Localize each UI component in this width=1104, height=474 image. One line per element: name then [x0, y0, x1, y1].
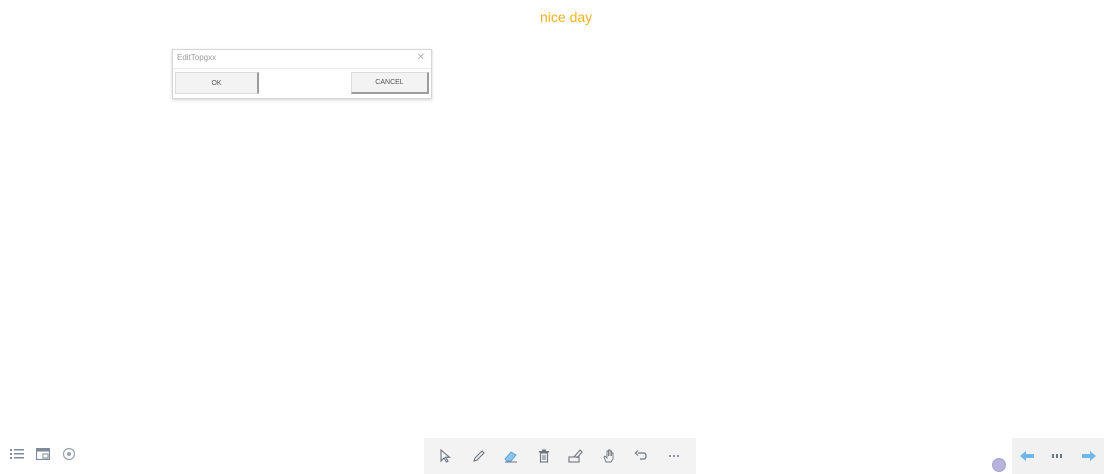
eraser-icon[interactable] — [502, 447, 520, 465]
canvas-text[interactable]: nice day — [540, 9, 592, 25]
bottom-left-toolbar — [8, 445, 78, 463]
hand-icon[interactable] — [600, 447, 618, 465]
undo-icon[interactable] — [632, 447, 650, 465]
window-icon[interactable] — [34, 445, 52, 463]
whiteboard-canvas[interactable]: nice day EditTopgxx ✕ OK CANCEL — [0, 0, 1104, 474]
bottom-center-toolbar — [424, 438, 696, 474]
pointer-icon[interactable] — [437, 447, 455, 465]
more-icon[interactable] — [665, 447, 683, 465]
list-icon[interactable] — [8, 445, 26, 463]
ok-button[interactable]: OK — [175, 72, 259, 94]
dialog-button-row: OK CANCEL — [175, 72, 429, 96]
edit-dialog: EditTopgxx ✕ OK CANCEL — [172, 49, 432, 99]
next-page-icon[interactable] — [1080, 447, 1098, 465]
bottom-right-nav — [1012, 438, 1104, 474]
clear-icon[interactable] — [567, 447, 585, 465]
prev-page-icon[interactable] — [1018, 447, 1036, 465]
page-counter-icon[interactable] — [1049, 447, 1067, 465]
delete-icon[interactable] — [535, 447, 553, 465]
dialog-spacer — [259, 72, 351, 94]
dialog-title: EditTopgxx — [177, 53, 217, 62]
dialog-titlebar[interactable]: EditTopgxx ✕ — [173, 50, 431, 69]
page-indicator-dot[interactable] — [992, 458, 1006, 472]
record-icon[interactable] — [60, 445, 78, 463]
cancel-button[interactable]: CANCEL — [351, 72, 429, 94]
pen-icon[interactable] — [470, 447, 488, 465]
close-icon[interactable]: ✕ — [417, 52, 425, 64]
